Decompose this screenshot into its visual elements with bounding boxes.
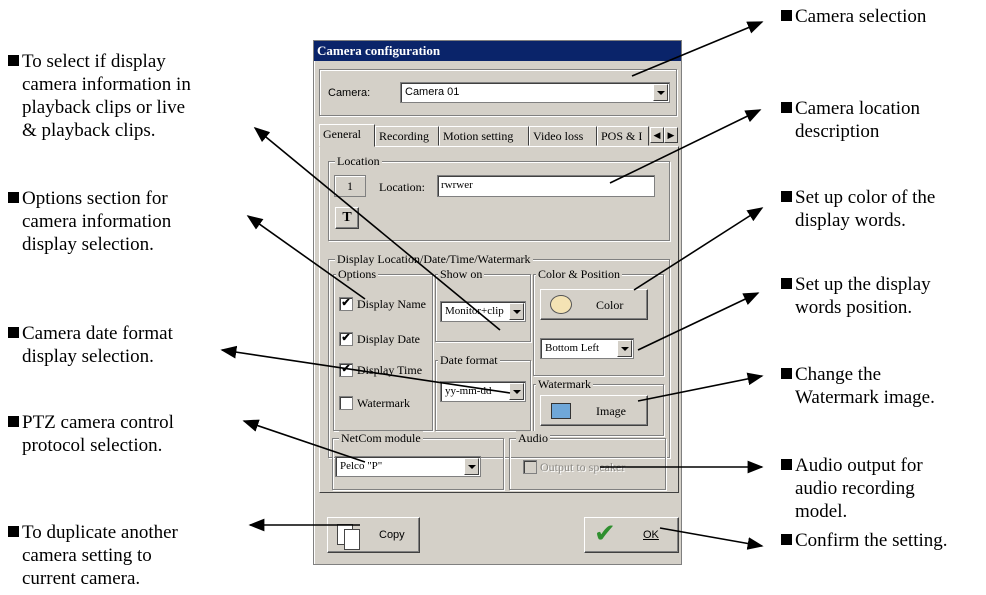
tab-pos[interactable]: POS & I — [597, 126, 649, 146]
date-format-value: yy-mm-dd — [445, 385, 492, 397]
annotation-text: Camera date format display selection. — [22, 323, 173, 367]
display-date-checkbox[interactable]: ✔ — [339, 332, 353, 346]
display-name-label: Display Name — [357, 297, 426, 311]
copy-button-label: Copy — [379, 529, 405, 541]
color-button[interactable]: Color — [540, 289, 648, 320]
checkmark-icon: ✔ — [594, 519, 616, 549]
image-button-label: Image — [596, 404, 626, 418]
chevron-down-icon[interactable] — [464, 458, 479, 475]
annotation-text: Audio output for audio recording model. — [795, 455, 923, 522]
tab-scroll-right-icon[interactable]: ▶ — [664, 127, 678, 143]
font-icon: T — [342, 210, 352, 225]
copy-icon-page — [344, 529, 360, 550]
show-on-group: Show on Monitor+clip — [435, 267, 531, 342]
date-format-select[interactable]: yy-mm-dd — [440, 381, 526, 402]
location-input[interactable]: rwrwer — [437, 175, 655, 197]
annotation-location: Camera location description — [781, 97, 920, 143]
location-number: 1 — [334, 175, 366, 197]
position-value: Bottom Left — [545, 342, 600, 354]
annotation-position: Set up the display words position. — [781, 273, 931, 319]
tab-recording[interactable]: Recording — [375, 126, 439, 146]
position-select[interactable]: Bottom Left — [540, 338, 634, 359]
ok-button[interactable]: ✔ OK — [584, 517, 679, 553]
camera-label: Camera: — [328, 87, 371, 99]
location-group: Location 1 Location: rwrwer T — [328, 154, 670, 241]
display-group-label: Display Location/Date/Time/Watermark — [335, 252, 533, 266]
annotation-ok: Confirm the setting. — [781, 529, 948, 552]
netcom-value: Pelco "P" — [340, 460, 383, 472]
annotation-text: Set up the display words position. — [795, 274, 931, 318]
location-group-label: Location — [335, 154, 382, 168]
audio-group: Audio Output to speaker — [509, 431, 666, 490]
dialog-title: Camera configuration — [314, 41, 681, 61]
annotation-options: Options section for camera information d… — [8, 187, 171, 256]
options-label: Options — [336, 267, 379, 281]
color-position-label: Color & Position — [536, 267, 623, 281]
date-format-label: Date format — [438, 353, 500, 367]
annotation-text: Camera location description — [795, 98, 921, 142]
date-format-group: Date format yy-mm-dd — [435, 353, 531, 431]
color-position-group: Color & Position Color Bottom Left — [533, 267, 664, 376]
annotation-audio: Audio output for audio recording model. — [781, 454, 923, 523]
display-group: Display Location/Date/Time/Watermark Opt… — [328, 252, 670, 458]
netcom-select[interactable]: Pelco "P" — [335, 456, 481, 477]
audio-label: Audio — [516, 431, 550, 445]
chevron-down-icon[interactable] — [617, 340, 632, 357]
location-label: Location: — [379, 180, 425, 194]
annotation-color: Set up color of the display words. — [781, 186, 935, 232]
display-date-label: Display Date — [357, 332, 420, 346]
location-number-value: 1 — [347, 179, 353, 193]
annotation-text: To duplicate another camera setting to c… — [22, 522, 178, 589]
output-speaker-label: Output to speaker — [540, 460, 626, 474]
camera-select-value: Camera 01 — [405, 86, 460, 98]
annotation-text: Camera selection — [795, 6, 927, 27]
camera-group: Camera: Camera 01 — [319, 69, 677, 116]
annotation-copy: To duplicate another camera setting to c… — [8, 521, 178, 590]
camera-select[interactable]: Camera 01 — [400, 82, 670, 103]
annotation-show-on: To select if display camera information … — [8, 50, 191, 142]
color-button-label: Color — [596, 298, 624, 312]
watermark-checkbox[interactable] — [339, 396, 353, 410]
annotation-camera-selection: Camera selection — [781, 5, 926, 28]
tab-general[interactable]: General — [319, 124, 375, 147]
show-on-label: Show on — [438, 267, 485, 281]
image-button[interactable]: Image — [540, 395, 648, 426]
watermark-group-label: Watermark — [536, 377, 594, 391]
show-on-select[interactable]: Monitor+clip — [440, 301, 526, 322]
camera-configuration-dialog: Camera configuration Camera: Camera 01 G… — [313, 40, 682, 565]
annotation-text: Set up color of the display words. — [795, 187, 936, 231]
image-icon — [551, 403, 571, 419]
netcom-module-group: NetCom module Pelco "P" — [332, 431, 504, 490]
palette-icon — [550, 295, 572, 314]
annotation-text: PTZ camera control protocol selection. — [22, 412, 174, 456]
ok-button-label: OK — [643, 529, 659, 541]
tab-video-loss[interactable]: Video loss — [529, 126, 597, 146]
chevron-down-icon[interactable] — [653, 84, 668, 101]
annotation-ptz: PTZ camera control protocol selection. — [8, 411, 174, 457]
annotation-text: Options section for camera information d… — [22, 188, 172, 255]
show-on-value: Monitor+clip — [445, 305, 504, 317]
display-time-label: Display Time — [357, 363, 423, 377]
annotation-text: Confirm the setting. — [795, 530, 948, 551]
options-group: Options ✔ Display Name ✔ Display Date ✔ … — [333, 267, 433, 431]
annotation-date-format: Camera date format display selection. — [8, 322, 173, 368]
display-name-checkbox[interactable]: ✔ — [339, 297, 353, 311]
copy-button[interactable]: Copy — [327, 517, 420, 553]
tab-motion-setting[interactable]: Motion setting — [439, 126, 529, 146]
chevron-down-icon[interactable] — [509, 383, 524, 400]
tab-scroll-left-icon[interactable]: ◀ — [650, 127, 664, 143]
netcom-label: NetCom module — [339, 431, 423, 445]
annotation-text: To select if display camera information … — [22, 51, 191, 141]
output-speaker-checkbox[interactable] — [523, 460, 537, 474]
font-button[interactable]: T — [335, 207, 359, 229]
tab-strip: General Recording Motion setting Video l… — [319, 124, 679, 147]
annotation-text: Change the Watermark image. — [795, 364, 935, 408]
annotation-watermark: Change the Watermark image. — [781, 363, 935, 409]
chevron-down-icon[interactable] — [509, 303, 524, 320]
watermark-label: Watermark — [357, 396, 411, 410]
watermark-group: Watermark Image — [533, 377, 664, 436]
display-time-checkbox[interactable]: ✔ — [339, 363, 353, 377]
